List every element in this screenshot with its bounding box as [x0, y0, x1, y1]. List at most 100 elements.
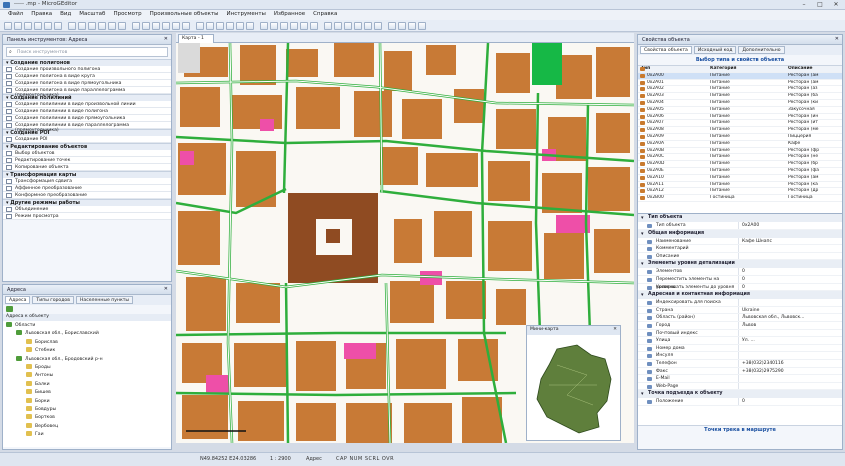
property-row[interactable]: Телефон +38(032)2340116: [638, 359, 842, 368]
tool-item[interactable]: Выбор объектов: [3, 150, 171, 157]
tree-node[interactable]: Вербовец: [6, 422, 168, 431]
properties-tab[interactable]: Дополнительно: [738, 46, 785, 54]
toolbar-button-icon[interactable]: [324, 22, 332, 30]
property-row[interactable]: Переместить элементы на уровень 0: [638, 275, 842, 290]
tool-item[interactable]: Создание полилинии в виде параллелограмм…: [3, 122, 171, 133]
property-value[interactable]: 0: [738, 398, 842, 405]
property-row[interactable]: Описание: [638, 252, 842, 261]
close-icon[interactable]: ✕: [164, 36, 168, 42]
tool-item[interactable]: Создание полигона в виде круга: [3, 73, 171, 80]
table-row[interactable]: 0x2A10 Питание Ресторан (ам: [638, 175, 842, 182]
maximize-button[interactable]: □: [815, 1, 825, 8]
toolbar-button-icon[interactable]: [354, 22, 362, 30]
property-row[interactable]: Номер дома: [638, 344, 842, 353]
toolbar-button-icon[interactable]: [132, 22, 140, 30]
toolbar-button-icon[interactable]: [398, 22, 406, 30]
tool-group-header[interactable]: ▾ Создание полигонов: [3, 59, 171, 66]
property-value[interactable]: Ул. ...: [738, 337, 842, 344]
table-row[interactable]: 0x2A09 Питание Пиццерия: [638, 134, 842, 141]
toolbar-button-icon[interactable]: [152, 22, 160, 30]
property-value[interactable]: [738, 382, 842, 390]
menu-item-6[interactable]: Инструменты: [223, 10, 270, 20]
close-icon[interactable]: ✕: [164, 286, 168, 292]
table-row[interactable]: 0x2A0B Питание Ресторан (фр: [638, 148, 842, 155]
property-value[interactable]: +38(032)2975290: [738, 367, 842, 375]
property-value[interactable]: [738, 344, 842, 352]
toolbar-button-icon[interactable]: [344, 22, 352, 30]
toolbar-button-icon[interactable]: [196, 22, 204, 30]
properties-tab[interactable]: Исходный код: [693, 46, 737, 54]
menu-item-4[interactable]: Просмотр: [109, 10, 145, 20]
toolbar-button-icon[interactable]: [300, 22, 308, 30]
toolbar-button-icon[interactable]: [236, 22, 244, 30]
tool-item[interactable]: Редактирование точек: [3, 157, 171, 164]
tools-search-box[interactable]: ⌕ Поиск инструментов: [6, 47, 168, 57]
toolbar-button-icon[interactable]: [226, 22, 234, 30]
property-value[interactable]: [738, 329, 842, 337]
property-value[interactable]: Львов: [738, 321, 842, 329]
table-row[interactable]: 0x2B00 Гостиница Гостиница: [638, 195, 842, 202]
minimize-button[interactable]: –: [799, 1, 809, 8]
tree-node[interactable]: Балки: [6, 380, 168, 389]
toolbar-button-icon[interactable]: [172, 22, 180, 30]
menu-item-3[interactable]: Масштаб: [75, 10, 109, 20]
toolbar-button-icon[interactable]: [54, 22, 62, 30]
toolbar-button-icon[interactable]: [374, 22, 382, 30]
table-row[interactable]: 0x2A01 Питание Ресторан (ам: [638, 80, 842, 87]
property-row[interactable]: Область (район) Львовская обл., Львовск..…: [638, 314, 842, 322]
property-value[interactable]: 0: [738, 268, 842, 275]
menu-item-1[interactable]: Правка: [27, 10, 56, 20]
toolbar-button-icon[interactable]: [34, 22, 42, 30]
property-section-header[interactable]: Адресная и контактная информация: [638, 291, 842, 300]
property-value[interactable]: Кафе Шнапс: [738, 237, 842, 245]
table-row[interactable]: 0x2A07 Питание Ресторан (ит: [638, 120, 842, 128]
tool-item[interactable]: Создание полилинии в виде произвольной л…: [3, 101, 171, 108]
menu-item-5[interactable]: Произвольные объекты: [146, 10, 223, 20]
tree-node[interactable]: Стебник: [6, 347, 168, 355]
property-row[interactable]: Элементов 0: [638, 268, 842, 276]
tool-item[interactable]: Аффинное преобразование: [3, 185, 171, 192]
table-row[interactable]: 0x2A0E Питание Ресторан (фа: [638, 168, 842, 175]
property-row[interactable]: Копировать элементы до уровня 0: [638, 283, 842, 292]
table-row[interactable]: 0x2A0C Питание Ресторан (не: [638, 154, 842, 162]
toolbar-button-icon[interactable]: [118, 22, 126, 30]
minimap[interactable]: Мини-карта ✕: [526, 325, 621, 441]
toolbar-button-icon[interactable]: [68, 22, 76, 30]
toolbar-button-icon[interactable]: [408, 22, 416, 30]
tree-node[interactable]: Бовдуры: [6, 405, 168, 414]
toolbar-button-icon[interactable]: [108, 22, 116, 30]
property-row[interactable]: Улица Ул. ...: [638, 337, 842, 345]
toolbar-button-icon[interactable]: [14, 22, 22, 30]
table-row[interactable]: 0x2A11 Питание Ресторан (ка: [638, 182, 842, 189]
tool-item[interactable]: Создание полигона в виде прямоугольника: [3, 80, 171, 87]
toolbar-button-icon[interactable]: [334, 22, 342, 30]
toolbar-button-icon[interactable]: [4, 22, 12, 30]
table-row[interactable]: 0x2A04 Питание Ресторан (ки: [638, 100, 842, 107]
tree-node[interactable]: Области: [6, 322, 168, 330]
menu-item-8[interactable]: Справка: [309, 10, 341, 20]
tool-item[interactable]: Создание полигона в виде параллелограмма…: [3, 87, 171, 98]
toolbar-button-icon[interactable]: [216, 22, 224, 30]
tool-item[interactable]: Копирование объекта: [3, 164, 171, 171]
property-value[interactable]: 0: [738, 283, 842, 291]
toolbar-button-icon[interactable]: [364, 22, 372, 30]
close-icon[interactable]: ✕: [613, 327, 617, 332]
tree-node[interactable]: Бишев: [6, 389, 168, 397]
tree-node[interactable]: Бортков: [6, 414, 168, 422]
toolbar-button-icon[interactable]: [78, 22, 86, 30]
table-row[interactable]: 0x2A06 Питание Ресторан (ин: [638, 114, 842, 121]
close-button[interactable]: ✕: [831, 1, 841, 8]
property-row[interactable]: Индексировать для поиска: [638, 299, 842, 307]
property-value[interactable]: Львовская обл., Львовск...: [738, 314, 842, 321]
toolbar-button-icon[interactable]: [290, 22, 298, 30]
table-row[interactable]: 0x2A02 Питание Ресторан (аз: [638, 86, 842, 94]
tree-node[interactable]: Львовская обл., Бориславский: [6, 330, 168, 338]
toolbar-button-icon[interactable]: [182, 22, 190, 30]
tool-item[interactable]: Трансформация сдвига: [3, 178, 171, 185]
property-value[interactable]: [738, 299, 842, 306]
tree-node[interactable]: Гаи: [6, 431, 168, 439]
property-row[interactable]: Факс +38(032)2975290: [638, 367, 842, 376]
property-row[interactable]: Страна Ukraine: [638, 306, 842, 315]
property-row[interactable]: E-Mail: [638, 375, 842, 383]
property-section-header[interactable]: Точка подъезда к объекту: [638, 390, 842, 399]
